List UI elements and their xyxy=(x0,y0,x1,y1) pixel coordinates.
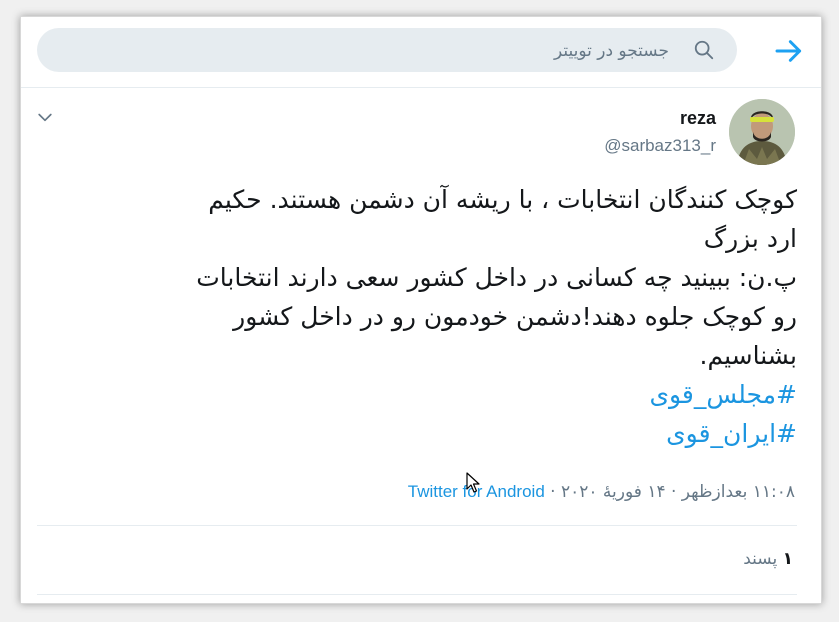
user-handle[interactable]: @sarbaz313_r xyxy=(604,136,716,156)
search-box[interactable] xyxy=(37,28,737,72)
avatar[interactable] xyxy=(729,99,795,165)
tweet-text: کوچک کنندگان انتخابات ، با ریشه آن دشمن … xyxy=(47,180,797,453)
search-input[interactable] xyxy=(107,37,671,65)
likes-stat[interactable]: ۱ پسند xyxy=(743,549,793,569)
display-name[interactable]: reza xyxy=(680,108,716,129)
tweet-text-line: بشناسیم. xyxy=(699,341,798,370)
tweet-text-line: کوچک کنندگان انتخابات ، با ریشه آن دشمن … xyxy=(208,185,797,214)
divider xyxy=(37,525,797,526)
likes-label: پسند xyxy=(743,549,778,569)
divider xyxy=(37,594,797,595)
search-icon xyxy=(694,40,714,60)
hashtag-link[interactable]: #مجلس_قوی xyxy=(47,375,797,414)
tweet-timestamp[interactable]: ۱۱:۰۸ بعدازظهر · ۱۴ فوریهٔ ۲۰۲۰ · xyxy=(545,482,795,502)
tweet-text-line: پ.ن: ببینید چه کسانی در داخل کشور سعی دا… xyxy=(196,263,797,292)
tweet-text-line: رو کوچک جلوه دهند!دشمن خودمون رو در داخل… xyxy=(233,302,797,331)
avatar-image xyxy=(729,99,795,165)
top-bar xyxy=(21,17,821,88)
mouse-cursor-icon xyxy=(466,472,480,493)
tweet-text-line: ارد بزرگ xyxy=(703,224,797,253)
browser-window: reza @sarbaz313_r کوچک کنندگان انتخابات … xyxy=(20,16,822,604)
likes-count: ۱ xyxy=(782,549,793,569)
hashtag-link[interactable]: #ایران_قوی xyxy=(47,414,797,453)
arrow-right-icon[interactable] xyxy=(773,35,805,67)
chevron-down-icon[interactable] xyxy=(35,107,55,127)
